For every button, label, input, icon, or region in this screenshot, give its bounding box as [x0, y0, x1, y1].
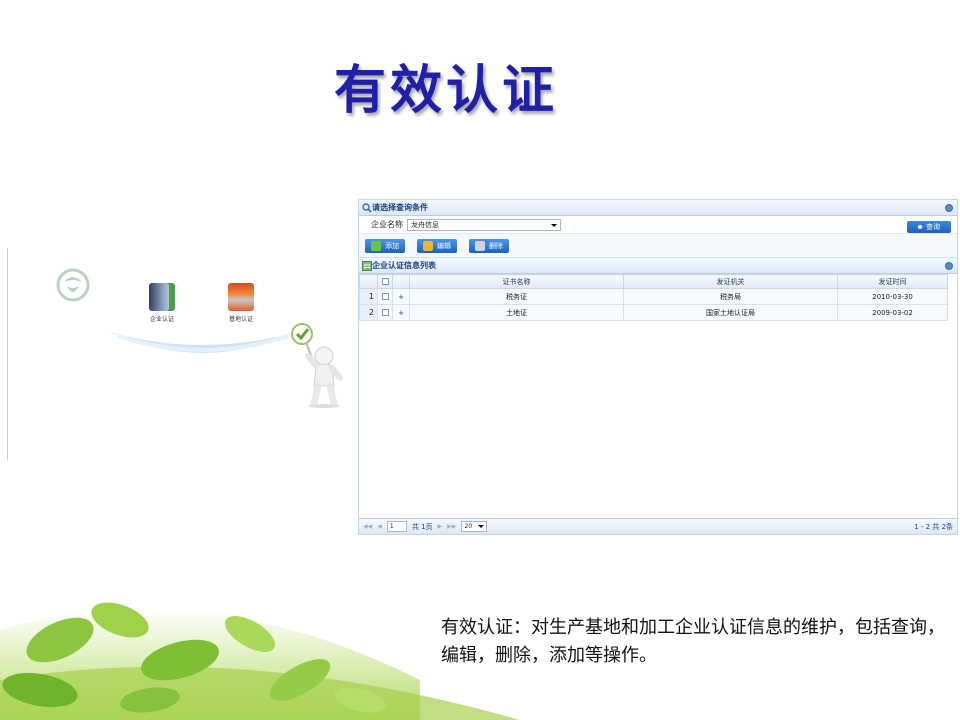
dot-icon [918, 225, 922, 229]
edit-button-label: 编辑 [437, 241, 451, 250]
row-number: 1 [359, 288, 378, 305]
prev-page-icon[interactable]: ◀ [377, 523, 382, 530]
list-panel-header: 企业认证信息列表 [359, 258, 957, 274]
toolbar: 添加 编辑 删除 [359, 234, 957, 258]
row-number: 2 [359, 304, 378, 321]
cert-app-window: 请选择查询条件 企业名称 龙舟信息 查询 添加 编辑 删除 企业认证信息列表 证… [358, 199, 958, 535]
page-size-value: 20 [464, 523, 473, 530]
query-panel-header: 请选择查询条件 [359, 200, 957, 216]
company-name-value: 龙舟信息 [411, 220, 439, 229]
plus-icon [371, 240, 381, 251]
row-checkbox[interactable] [377, 288, 393, 305]
decorative-arc [110, 332, 296, 353]
chevron-down-icon [551, 223, 557, 227]
add-button-label: 添加 [385, 241, 399, 250]
row-number-header [359, 274, 378, 289]
table-row[interactable]: 2 + 土地证 国家土地认证局 2009-03-02 [359, 304, 948, 321]
collapse-icon[interactable] [945, 262, 953, 270]
table-row[interactable]: 1 + 税务证 税务局 2010-03-30 [359, 288, 948, 305]
person-checkmark-icon [291, 323, 343, 408]
launcher-base-cert[interactable]: 基地认证 [218, 283, 264, 323]
slide-title: 有效认证 [334, 61, 559, 121]
issue-date-cell: 2009-03-02 [837, 304, 948, 321]
delete-button-label: 删除 [489, 241, 503, 250]
issuer-cell: 税务局 [623, 288, 838, 305]
pagination-bar: ◀◀ ◀ 1 共 1页 ▶ ▶▶ 20 1 - 2 共 2条 [359, 518, 957, 534]
cert-name-cell: 土地证 [409, 304, 624, 321]
collapse-icon[interactable] [945, 204, 953, 212]
total-pages: 共 1页 [411, 522, 433, 531]
column-header[interactable]: 证书名称 [409, 274, 624, 289]
edit-button[interactable]: 编辑 [417, 238, 457, 253]
issuer-cell: 国家土地认证局 [623, 304, 838, 321]
row-checkbox[interactable] [377, 304, 393, 321]
expand-row-icon[interactable]: + [392, 288, 410, 305]
company-name-select[interactable]: 龙舟信息 [407, 218, 561, 231]
record-count: 1 - 2 共 2条 [914, 523, 953, 531]
building-icon [149, 283, 175, 311]
page-number-input[interactable]: 1 [386, 521, 407, 532]
grid-icon [362, 260, 372, 271]
list-panel-title: 企业认证信息列表 [372, 261, 436, 270]
page-size-select[interactable]: 20 [461, 521, 488, 532]
issue-date-cell: 2010-03-30 [837, 288, 948, 305]
slide-description: 有效认证：对生产基地和加工企业认证信息的维护，包括查询，编辑，删除，添加等操作。 [441, 617, 945, 666]
launcher-enterprise-cert[interactable]: 企业认证 [139, 283, 185, 323]
next-page-icon[interactable]: ▶ [438, 523, 443, 530]
books-icon [228, 283, 254, 311]
query-button-label: 查询 [926, 223, 940, 231]
query-panel-title: 请选择查询条件 [372, 203, 428, 212]
column-header[interactable]: 发证时间 [837, 274, 948, 289]
grid-header: 证书名称 发证机关 发证时间 [359, 274, 948, 289]
query-button[interactable]: 查询 [907, 221, 951, 233]
add-button[interactable]: 添加 [365, 238, 405, 253]
chevron-down-icon [478, 525, 485, 528]
expand-header [392, 274, 410, 289]
filter-row: 企业名称 龙舟信息 [359, 216, 957, 234]
cert-name-cell: 税务证 [409, 288, 624, 305]
search-icon [362, 202, 372, 213]
filter-label: 企业名称 [371, 220, 403, 229]
expand-row-icon[interactable]: + [392, 304, 410, 321]
trash-icon [475, 240, 485, 251]
cert-grid: 证书名称 发证机关 发证时间 1 + 税务证 税务局 2010-03-30 2 [359, 274, 948, 321]
delete-button[interactable]: 删除 [469, 238, 509, 253]
divider [7, 248, 8, 460]
last-page-icon[interactable]: ▶▶ [447, 523, 456, 530]
pencil-icon [423, 240, 433, 251]
first-page-icon[interactable]: ◀◀ [363, 523, 372, 530]
select-all-checkbox[interactable] [377, 274, 393, 289]
slide: 有效认证 企业认证 基地认证 请选择查询条件 企业名称 龙舟信息 查询 添加 编… [0, 0, 960, 720]
column-header[interactable]: 发证机关 [623, 274, 838, 289]
green-food-logo-icon [56, 268, 90, 302]
